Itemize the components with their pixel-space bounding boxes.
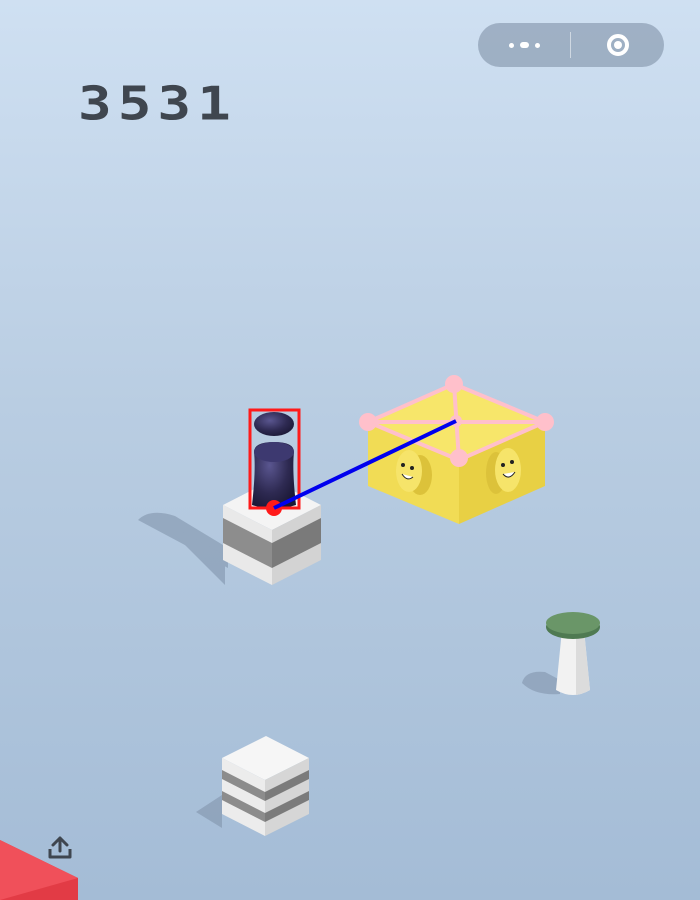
share-upload-icon: [48, 836, 72, 859]
share-button[interactable]: [44, 832, 76, 864]
shadows: [138, 512, 560, 828]
smiley-face-right: [486, 448, 521, 494]
striped-block: [222, 736, 309, 836]
player-piece: [252, 412, 296, 509]
game-scene[interactable]: [0, 0, 700, 900]
